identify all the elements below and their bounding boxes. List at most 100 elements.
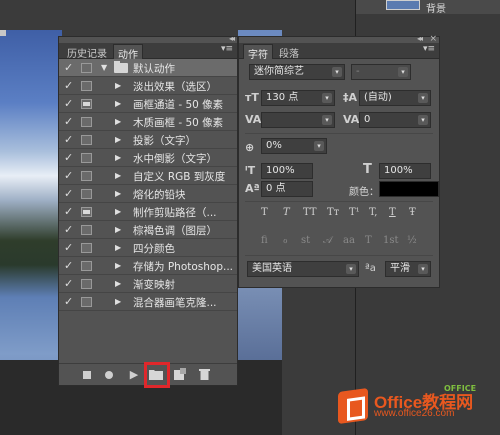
strikethrough-button[interactable]: Ŧ	[409, 207, 416, 218]
trash-icon[interactable]	[197, 368, 211, 382]
check-icon[interactable]: ✓	[64, 241, 76, 254]
small-caps-button[interactable]: Tᴛ	[327, 207, 339, 218]
chevron-down-icon[interactable]: ▾	[346, 264, 356, 274]
expand-triangle-icon[interactable]: ▶	[115, 81, 121, 90]
action-row[interactable]: ✓ ▶ 熔化的铅块	[59, 185, 237, 203]
expand-triangle-icon[interactable]: ▶	[115, 135, 121, 144]
action-row[interactable]: ✓ ▶ 画框通道 - 50 像素	[59, 95, 237, 113]
panel-menu-icon[interactable]: ▾≡	[221, 44, 233, 54]
action-row[interactable]: ✓ ▶ 棕褐色调（图层）	[59, 221, 237, 239]
discretionary-ligature-button[interactable]: st	[301, 235, 310, 246]
dialog-toggle-icon[interactable]	[81, 225, 92, 235]
underline-button[interactable]: T	[389, 207, 396, 218]
dialog-toggle-icon[interactable]	[81, 261, 92, 271]
all-caps-button[interactable]: TT	[303, 207, 317, 218]
expand-triangle-icon[interactable]: ▶	[115, 99, 121, 108]
dialog-toggle-icon[interactable]	[81, 117, 92, 127]
chevron-down-icon[interactable]: ▾	[398, 67, 408, 77]
action-row[interactable]: ✓ ▶ 混合器画笔克隆...	[59, 293, 237, 311]
color-swatch[interactable]	[379, 181, 439, 197]
check-icon[interactable]: ✓	[64, 97, 76, 110]
expand-triangle-icon[interactable]: ▶	[115, 297, 121, 306]
dialog-toggle-icon[interactable]	[81, 279, 92, 289]
font-family-select[interactable]: 迷你简综艺 ▾	[249, 64, 345, 80]
new-action-icon[interactable]	[173, 368, 187, 382]
check-icon[interactable]: ✓	[64, 187, 76, 200]
chevron-down-icon[interactable]: ▾	[322, 93, 332, 103]
collapse-icon[interactable]: ◂◂	[229, 34, 235, 43]
dialog-toggle-icon[interactable]	[81, 243, 92, 253]
action-row[interactable]: ✓ ▶ 水中倒影（文字）	[59, 149, 237, 167]
layer-row[interactable]: 背景	[356, 0, 500, 15]
check-icon[interactable]: ✓	[64, 151, 76, 164]
dialog-toggle-icon[interactable]	[81, 297, 92, 307]
dialog-toggle-icon[interactable]	[81, 99, 92, 109]
expand-triangle-icon[interactable]: ▶	[115, 189, 121, 198]
tab-history[interactable]: 历史记录	[63, 44, 111, 60]
contextual-alternates-button[interactable]: ℴ	[283, 235, 288, 246]
superscript-button[interactable]: T¹	[349, 207, 360, 218]
chevron-down-icon[interactable]: ▾	[322, 115, 332, 125]
font-size-field[interactable]: 130 点 ▾	[261, 90, 335, 106]
chevron-down-icon[interactable]: ▾	[418, 93, 428, 103]
expand-triangle-icon[interactable]: ▶	[115, 117, 121, 126]
stylistic-alternates-button[interactable]: aa	[343, 235, 355, 246]
action-row[interactable]: ✓ ▶ 投影（文字）	[59, 131, 237, 149]
expand-triangle-icon[interactable]: ▶	[115, 207, 121, 216]
check-icon[interactable]: ✓	[64, 259, 76, 272]
expand-triangle-icon[interactable]: ▶	[115, 243, 121, 252]
chevron-down-icon[interactable]: ▾	[418, 115, 428, 125]
swash-button[interactable]: 𝒜	[323, 235, 332, 246]
action-row[interactable]: ✓ ▶ 制作剪贴路径（...	[59, 203, 237, 221]
kerning-field[interactable]: ▾	[261, 112, 335, 128]
ligature-button[interactable]: fi	[261, 235, 268, 246]
check-icon[interactable]: ✓	[64, 295, 76, 308]
action-row[interactable]: ✓ ▶ 木质画框 - 50 像素	[59, 113, 237, 131]
check-icon[interactable]: ✓	[64, 223, 76, 236]
tab-actions[interactable]: 动作	[113, 44, 143, 61]
horizontal-scale-field[interactable]: 100%	[379, 163, 431, 179]
action-row[interactable]: ✓ ▶ 淡出效果（选区）	[59, 77, 237, 95]
check-icon[interactable]: ✓	[64, 133, 76, 146]
chevron-down-icon[interactable]: ▾	[332, 67, 342, 77]
play-icon[interactable]: ▶	[127, 368, 141, 382]
check-icon[interactable]: ✓	[64, 61, 76, 74]
vertical-scale-field[interactable]: 100%	[261, 163, 313, 179]
font-style-select[interactable]: - ▾	[351, 64, 411, 80]
dialog-toggle-icon[interactable]	[81, 135, 92, 145]
dialog-toggle-icon[interactable]	[81, 81, 92, 91]
chevron-down-icon[interactable]: ▾	[418, 264, 428, 274]
collapse-triangle-icon[interactable]: ▼	[101, 63, 107, 72]
check-icon[interactable]: ✓	[64, 205, 76, 218]
panel-menu-icon[interactable]: ▾≡	[423, 44, 435, 54]
dialog-toggle-icon[interactable]	[81, 189, 92, 199]
record-icon[interactable]	[105, 371, 113, 379]
action-row[interactable]: ✓ ▶ 渐变映射	[59, 275, 237, 293]
language-select[interactable]: 美国英语 ▾	[247, 261, 359, 277]
dialog-toggle-icon[interactable]	[81, 63, 92, 73]
chevron-down-icon[interactable]: ▾	[314, 141, 324, 151]
baseline-shift-field[interactable]: 0 点	[261, 181, 313, 197]
check-icon[interactable]: ✓	[64, 277, 76, 290]
dialog-toggle-icon[interactable]	[81, 171, 92, 181]
action-row[interactable]: ✓ ▶ 存储为 Photoshop...	[59, 257, 237, 275]
tracking-field[interactable]: 0 ▾	[359, 112, 431, 128]
expand-triangle-icon[interactable]: ▶	[115, 261, 121, 270]
expand-triangle-icon[interactable]: ▶	[115, 225, 121, 234]
expand-triangle-icon[interactable]: ▶	[115, 153, 121, 162]
faux-bold-button[interactable]: T	[261, 207, 268, 218]
expand-triangle-icon[interactable]: ▶	[115, 279, 121, 288]
ordinals-button[interactable]: 1st	[383, 235, 399, 246]
stop-icon[interactable]	[83, 371, 91, 379]
titling-alternates-button[interactable]: T	[365, 235, 372, 246]
antialias-select[interactable]: 平滑 ▾	[385, 261, 431, 277]
expand-triangle-icon[interactable]: ▶	[115, 171, 121, 180]
action-row[interactable]: ✓ ▶ 四分颜色	[59, 239, 237, 257]
collapse-icon[interactable]: ◂◂	[417, 34, 423, 43]
check-icon[interactable]: ✓	[64, 169, 76, 182]
proportional-spacing-field[interactable]: 0% ▾	[261, 138, 327, 154]
dialog-toggle-icon[interactable]	[81, 153, 92, 163]
leading-field[interactable]: (自动) ▾	[359, 90, 431, 106]
check-icon[interactable]: ✓	[64, 79, 76, 92]
tab-character[interactable]: 字符	[243, 44, 273, 61]
